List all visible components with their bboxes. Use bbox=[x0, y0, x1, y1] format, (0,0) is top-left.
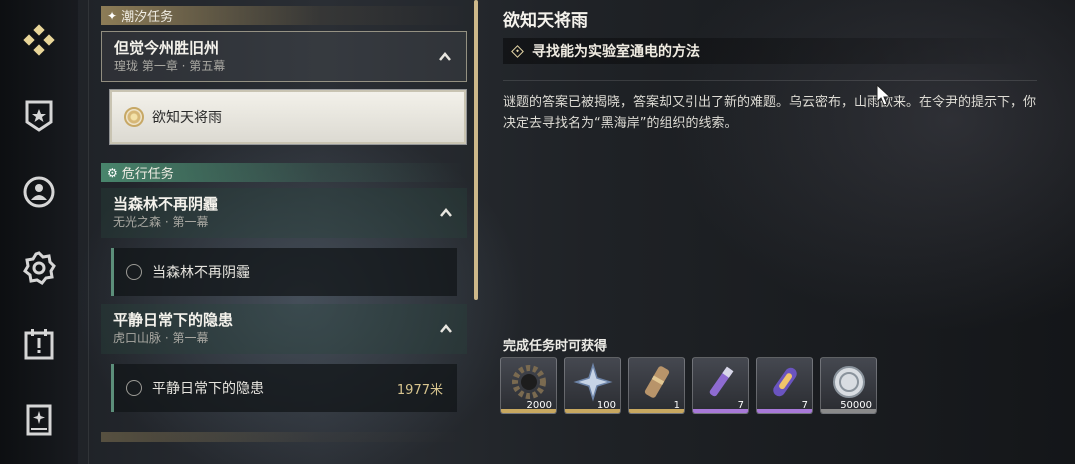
shell-coin-icon bbox=[833, 366, 865, 398]
gear-badge-icon: ⚙ bbox=[107, 165, 118, 180]
category-header-tide[interactable]: ✦ 潮汐任务 bbox=[101, 6, 467, 25]
reward-item[interactable]: 2000 bbox=[500, 357, 557, 414]
energy-capsule-icon bbox=[773, 367, 797, 397]
objective-diamond-icon bbox=[511, 44, 524, 58]
quest-list-scrollbar[interactable] bbox=[474, 0, 478, 300]
reward-amount: 100 bbox=[596, 400, 616, 411]
quest-step[interactable]: 平静日常下的隐患 1977米 bbox=[111, 364, 457, 412]
quest-distance: 1977米 bbox=[396, 382, 443, 398]
shield-star-icon[interactable] bbox=[19, 96, 59, 136]
category-label: 危行任务 bbox=[121, 167, 174, 182]
quest-chapter: 无光之森 · 第一幕 bbox=[113, 215, 209, 229]
quest-group-calm[interactable]: 平静日常下的隐患 虎口山脉 · 第一幕 bbox=[101, 304, 467, 354]
active-quest-marker-icon bbox=[124, 107, 144, 127]
reward-amount: 7 bbox=[801, 400, 808, 411]
settings-gear-icon[interactable] bbox=[19, 248, 59, 288]
side-nav bbox=[0, 0, 78, 464]
sparkle-icon: ✦ bbox=[107, 8, 118, 23]
scroll-tube-icon bbox=[644, 366, 670, 398]
quest-description: 谜题的答案已被揭晓，答案却又引出了新的难题。乌云密布，山雨欲来。在令尹的提示下，… bbox=[503, 95, 1037, 131]
quest-step-label: 当森林不再阴霾 bbox=[152, 265, 250, 281]
category-header-next[interactable] bbox=[101, 432, 467, 442]
objective-row: 寻找能为实验室通电的方法 bbox=[503, 38, 1037, 64]
calendar-alert-icon[interactable] bbox=[19, 324, 59, 364]
quest-diamond-icon[interactable] bbox=[19, 20, 59, 60]
reward-item[interactable]: 1 bbox=[628, 357, 685, 414]
category-header-danger[interactable]: ⚙ 危行任务 bbox=[101, 163, 467, 182]
nav-divider bbox=[88, 0, 89, 464]
detail-title: 欲知天将雨 bbox=[503, 11, 588, 31]
chevron-up-icon[interactable] bbox=[439, 322, 453, 336]
step-circle-icon bbox=[126, 380, 142, 396]
quest-title: 但觉今州胜旧州 bbox=[114, 39, 220, 57]
mouse-cursor-icon bbox=[876, 84, 892, 106]
quest-chapter: 瑝珑 第一章 · 第五幕 bbox=[114, 59, 226, 73]
reward-amount: 7 bbox=[737, 400, 744, 411]
detail-divider bbox=[503, 80, 1037, 81]
crystal-star-icon bbox=[573, 362, 613, 402]
quest-step-label: 平静日常下的隐患 bbox=[152, 381, 264, 397]
quest-title: 平静日常下的隐患 bbox=[113, 311, 234, 329]
chevron-up-icon[interactable] bbox=[438, 50, 452, 64]
reward-item[interactable]: 7 bbox=[756, 357, 813, 414]
chevron-up-icon[interactable] bbox=[439, 206, 453, 220]
reward-amount: 1 bbox=[673, 400, 680, 411]
reward-amount: 50000 bbox=[840, 400, 872, 411]
quest-group-main[interactable]: 但觉今州胜旧州 瑝珑 第一章 · 第五幕 bbox=[101, 31, 467, 82]
reward-item[interactable]: 7 bbox=[692, 357, 749, 414]
reward-item[interactable]: 100 bbox=[564, 357, 621, 414]
gear-ring-icon bbox=[512, 365, 546, 399]
quest-list[interactable]: ✦ 潮汐任务 但觉今州胜旧州 瑝珑 第一章 · 第五幕 欲知天将雨 ⚙ 危行任务… bbox=[101, 0, 467, 464]
quest-step[interactable]: 当森林不再阴霾 bbox=[111, 248, 457, 296]
category-label: 潮汐任务 bbox=[121, 10, 174, 25]
quest-group-forest[interactable]: 当森林不再阴霾 无光之森 · 第一幕 bbox=[101, 188, 467, 238]
reward-title: 完成任务时可获得 bbox=[503, 339, 608, 354]
reward-item[interactable]: 50000 bbox=[820, 357, 877, 414]
reward-amount: 2000 bbox=[526, 400, 552, 411]
objective-text: 寻找能为实验室通电的方法 bbox=[532, 44, 700, 60]
step-circle-icon bbox=[126, 264, 142, 280]
quest-title: 当森林不再阴霾 bbox=[113, 195, 219, 213]
profile-icon[interactable] bbox=[19, 172, 59, 212]
quest-step-selected[interactable]: 欲知天将雨 bbox=[109, 89, 467, 145]
quest-chapter: 虎口山脉 · 第一幕 bbox=[113, 331, 209, 345]
book-icon[interactable] bbox=[19, 400, 59, 440]
quest-step-label: 欲知天将雨 bbox=[152, 110, 222, 126]
purple-vial-icon bbox=[709, 366, 734, 397]
